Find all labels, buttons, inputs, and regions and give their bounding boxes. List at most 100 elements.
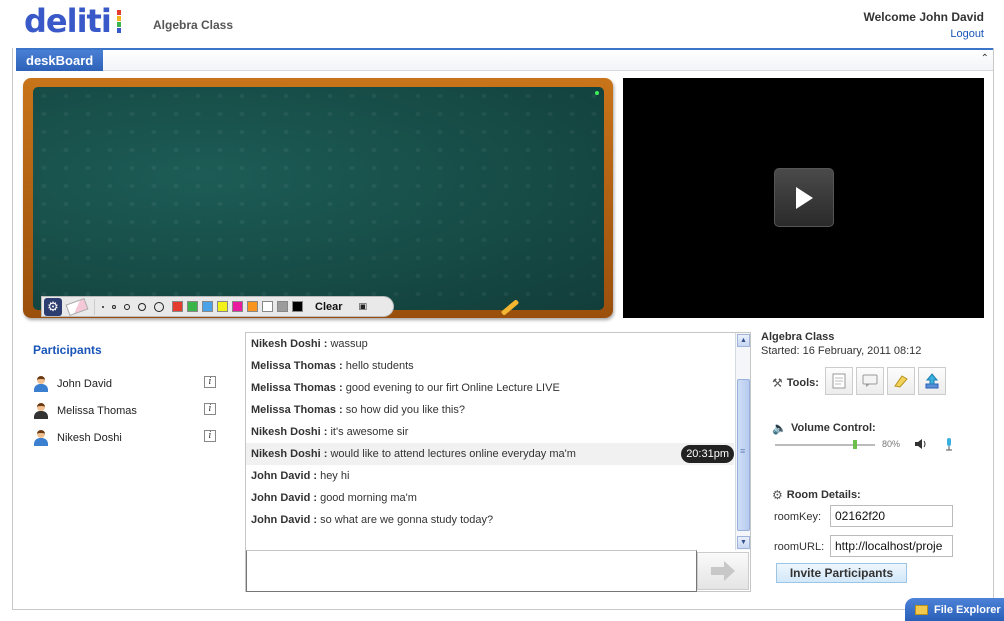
microphone-icon[interactable] [943, 437, 955, 451]
chat-message-list[interactable]: Nikesh Doshi : wassup Melissa Thomas : he… [246, 333, 734, 550]
speaker-icon: 🔈 [772, 421, 787, 435]
chat-text: hello students [342, 360, 414, 372]
file-explorer-tab[interactable]: File Explorer [905, 598, 1004, 621]
chat-message: Nikesh Doshi : wassup [246, 333, 734, 355]
tools-heading: ⚒ Tools: [772, 376, 819, 390]
drawing-toolbar: ⚙ Clear ▣ [41, 296, 394, 317]
toolbar-divider [94, 298, 95, 315]
document-tool-button[interactable] [825, 367, 853, 395]
clear-button[interactable]: Clear [315, 301, 343, 313]
participant-john-david[interactable]: John David i [34, 375, 218, 393]
room-started: Started: 16 February, 2011 08:12 [761, 345, 922, 357]
scroll-up-icon[interactable]: ▲ [737, 334, 750, 347]
upload-icon [925, 373, 939, 389]
chat-text: would like to attend lectures online eve… [327, 448, 576, 460]
volume-slider-thumb[interactable] [853, 440, 857, 449]
info-icon[interactable]: i [204, 403, 216, 415]
chat-message: Nikesh Doshi : would like to attend lect… [246, 443, 734, 465]
notes-icon [894, 375, 908, 388]
tab-deskboard[interactable]: deskBoard [16, 50, 104, 71]
chat-text: good morning ma'm [317, 492, 417, 504]
participant-name: John David [57, 378, 113, 390]
color-swatch[interactable] [217, 301, 228, 312]
file-explorer-label: File Explorer [934, 603, 1001, 616]
chat-tool-button[interactable] [856, 367, 884, 395]
color-swatch[interactable] [277, 301, 288, 312]
logo-bars [116, 9, 121, 33]
notes-tool-button[interactable] [887, 367, 915, 395]
chat-sender: Nikesh Doshi : [251, 448, 328, 460]
chat-input[interactable] [246, 550, 697, 592]
brush-size-3[interactable] [124, 303, 130, 310]
volume-percentage: 80% [882, 439, 901, 449]
chalkboard-texture [33, 87, 604, 310]
color-swatch[interactable] [292, 301, 303, 312]
class-title: Algebra Class [153, 18, 234, 32]
play-button[interactable] [774, 168, 834, 227]
info-icon[interactable]: i [204, 430, 216, 442]
color-swatch[interactable] [202, 301, 213, 312]
user-avatar-icon [34, 430, 48, 446]
chalkboard: ⚙ Clear ▣ [23, 78, 613, 318]
room-title: Algebra Class [761, 331, 835, 343]
deliti-classroom-page: deliti Algebra Class Welcome John David … [0, 0, 1004, 621]
room-key-field[interactable]: 02162f20 [830, 505, 953, 527]
video-player [623, 78, 984, 318]
scroll-thumb[interactable] [737, 379, 750, 531]
participant-nikesh-doshi[interactable]: Nikesh Doshi i [34, 429, 218, 447]
participants-title: Participants [33, 343, 102, 357]
room-url-field[interactable]: http://localhost/proje [830, 535, 953, 557]
brush-size-1[interactable] [102, 305, 104, 308]
gear-icon[interactable]: ⚙ [44, 297, 62, 316]
send-button[interactable] [697, 552, 749, 590]
chat-sender: Melissa Thomas : [251, 360, 343, 372]
logout-link[interactable]: Logout [950, 28, 984, 40]
upload-tool-button[interactable] [918, 367, 946, 395]
chat-text: so how did you like this? [342, 404, 465, 416]
chat-message: Melissa Thomas : so how did you like thi… [246, 399, 734, 421]
deliti-logo: deliti [24, 4, 121, 38]
invite-participants-button[interactable]: Invite Participants [776, 563, 907, 583]
chat-sender: Melissa Thomas : [251, 404, 343, 416]
color-swatch[interactable] [232, 301, 243, 312]
participant-melissa-thomas[interactable]: Melissa Thomas i [34, 402, 218, 420]
brush-size-5[interactable] [154, 301, 164, 312]
color-swatch[interactable] [262, 301, 273, 312]
color-swatch[interactable] [187, 301, 198, 312]
chat-scrollbar[interactable]: ▲ ▼ [735, 333, 750, 550]
volume-slider[interactable] [775, 440, 875, 449]
speaker-toggle-icon[interactable] [914, 437, 928, 451]
tools-label: Tools: [786, 377, 819, 389]
user-avatar-icon [34, 376, 48, 392]
eraser-icon[interactable] [65, 297, 89, 316]
chat-sender: John David : [251, 492, 318, 504]
chat-text: it's awesome sir [327, 426, 409, 438]
brush-size-2[interactable] [112, 304, 116, 309]
speech-bubble-icon [862, 374, 878, 387]
chat-sender: John David : [251, 470, 318, 482]
volume-heading: 🔈 Volume Control: [772, 421, 876, 435]
room-details-heading: ⚙ Room Details: [772, 488, 861, 502]
room-details-label: Room Details: [786, 489, 861, 501]
info-icon[interactable]: i [204, 376, 216, 388]
fullscreen-icon[interactable]: ▣ [359, 301, 368, 312]
chat-message: John David : hey hi [246, 465, 734, 487]
welcome-text: Welcome John David [863, 10, 984, 24]
chat-text: so what are we gonna study today? [317, 514, 494, 526]
chalkboard-canvas[interactable]: ⚙ Clear ▣ [33, 87, 604, 317]
folder-icon [915, 604, 928, 615]
scroll-down-icon[interactable]: ▼ [737, 536, 750, 549]
chat-message: Melissa Thomas : good evening to our fir… [246, 377, 734, 399]
collapse-toggle-icon[interactable]: ⌃ [981, 53, 989, 64]
chat-panel: Nikesh Doshi : wassup Melissa Thomas : he… [245, 332, 751, 592]
chat-sender: John David : [251, 514, 318, 526]
chat-message: John David : good morning ma'm [246, 487, 734, 509]
room-key-label: roomKey: [774, 511, 822, 523]
participant-name: Nikesh Doshi [57, 432, 122, 444]
chat-message: John David : so what are we gonna study … [246, 509, 734, 531]
message-timestamp: 20:31pm [681, 445, 734, 463]
color-swatch[interactable] [172, 301, 183, 312]
volume-label: Volume Control: [790, 422, 876, 434]
color-swatch[interactable] [247, 301, 258, 312]
brush-size-4[interactable] [138, 302, 146, 311]
